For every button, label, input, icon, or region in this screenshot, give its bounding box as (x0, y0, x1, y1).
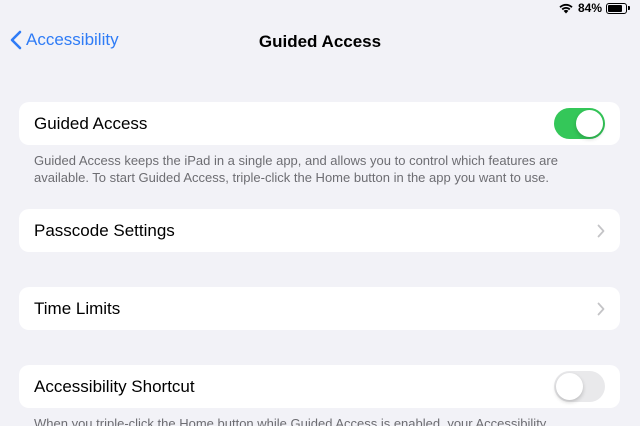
accessibility-shortcut-label: Accessibility Shortcut (34, 376, 195, 396)
passcode-settings-label: Passcode Settings (34, 220, 175, 240)
chevron-right-icon (597, 224, 605, 237)
time-limits-row[interactable]: Time Limits (19, 287, 620, 330)
chevron-right-icon (597, 302, 605, 315)
passcode-settings-row[interactable]: Passcode Settings (19, 209, 620, 252)
toggle-knob (556, 373, 583, 400)
page-title: Guided Access (258, 32, 382, 51)
battery-fill (608, 4, 623, 12)
guided-access-footer: Guided Access keeps the iPad in a single… (34, 153, 558, 185)
guided-access-label: Guided Access (34, 113, 148, 133)
accessibility-shortcut-footer: When you triple-click the Home button wh… (34, 416, 547, 426)
toggle-knob (576, 110, 603, 137)
status-bar: 84% (558, 0, 640, 16)
wifi-icon (559, 3, 573, 14)
navigation-bar: Accessibility Guided Access (0, 26, 640, 60)
guided-access-toggle[interactable] (554, 108, 605, 139)
guided-access-row: Guided Access (19, 102, 620, 145)
battery-percent: 84% (577, 1, 602, 15)
accessibility-shortcut-toggle[interactable] (554, 371, 605, 402)
accessibility-shortcut-row: Accessibility Shortcut (19, 365, 620, 408)
time-limits-label: Time Limits (34, 298, 121, 318)
battery-icon (606, 2, 630, 14)
